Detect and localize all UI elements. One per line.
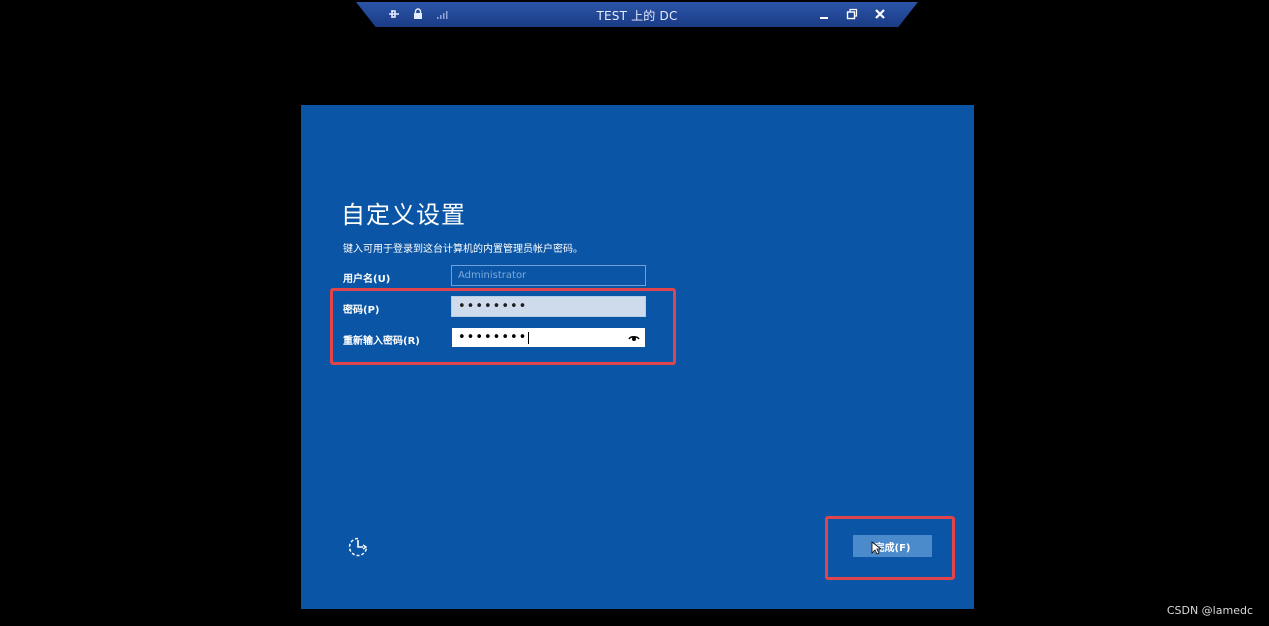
minimize-icon[interactable] [816, 6, 832, 22]
username-field[interactable]: Administrator [451, 265, 646, 286]
watermark: CSDN @lamedc [1166, 604, 1253, 617]
password-fields-highlight [330, 288, 676, 365]
connection-bar: TEST 上的 DC [356, 2, 918, 27]
page-title: 自定义设置 [341, 201, 466, 229]
restore-icon[interactable] [844, 6, 860, 22]
finish-button-highlight [825, 516, 955, 580]
instruction-text: 键入可用于登录到这台计算机的内置管理员帐户密码。 [343, 244, 583, 255]
close-icon[interactable] [872, 6, 888, 22]
username-value: Administrator [458, 270, 527, 281]
ease-of-access-icon[interactable] [346, 535, 370, 559]
username-label: 用户名(U) [343, 274, 391, 285]
